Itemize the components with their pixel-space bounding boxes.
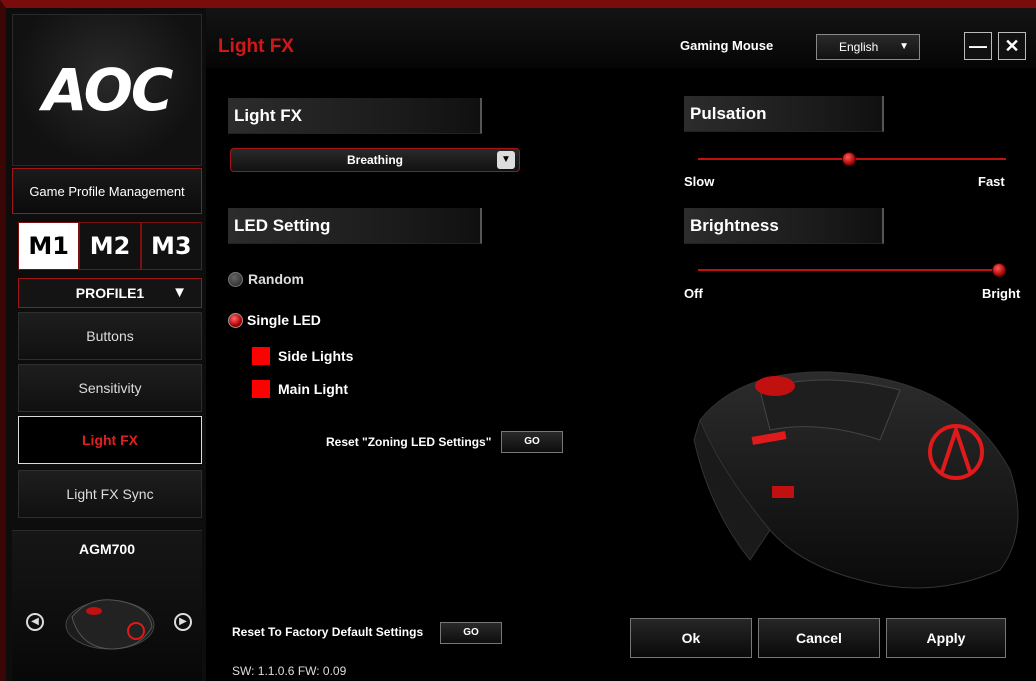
language-value: English <box>839 40 879 54</box>
header-bar: Light FX Gaming Mouse English ▼ — ✕ <box>206 8 1036 68</box>
tab-m1[interactable]: M1 <box>18 222 80 270</box>
brightness-slider-knob[interactable] <box>992 263 1006 277</box>
logo: AOC <box>12 14 202 166</box>
mouse-image <box>693 371 1019 589</box>
pulsation-max-label: Fast <box>978 174 1005 189</box>
profile-select[interactable]: PROFILE1 ▼ <box>18 278 202 308</box>
single-led-label: Single LED <box>247 312 321 328</box>
main-light-label: Main Light <box>278 381 348 397</box>
brightness-max-label: Bright <box>982 286 1021 301</box>
main-light-color-swatch[interactable] <box>252 380 270 398</box>
caret-down-icon: ▼ <box>172 284 187 301</box>
logo-text: AOC <box>42 56 174 124</box>
pulsation-min-label: Slow <box>684 174 715 189</box>
random-label: Random <box>248 271 304 287</box>
reset-zoning-go-button[interactable]: GO <box>501 431 563 453</box>
nav-buttons[interactable]: Buttons <box>18 312 202 360</box>
close-icon: ✕ <box>1004 35 1020 56</box>
light-fx-section-title: Light FX <box>228 98 482 134</box>
nav-light-fx[interactable]: Light FX <box>18 416 202 464</box>
tab-m2[interactable]: M2 <box>79 222 141 270</box>
next-device-icon[interactable]: ▶ <box>174 613 192 631</box>
reset-factory-label: Reset To Factory Default Settings <box>232 625 424 639</box>
device-name: AGM700 <box>78 541 136 557</box>
device-panel: AGM700 ◀ ▶ <box>12 530 202 681</box>
pulsation-section-title: Pulsation <box>684 96 884 132</box>
brightness-min-label: Off <box>684 286 703 301</box>
led-setting-section-title: LED Setting <box>228 208 482 244</box>
brightness-slider[interactable] <box>698 269 1006 271</box>
version-label: SW: 1.1.0.6 FW: 0.09 <box>232 664 347 678</box>
reset-factory-go-button[interactable]: GO <box>440 622 502 644</box>
brightness-section-title: Brightness <box>684 208 884 244</box>
pulsation-slider-knob[interactable] <box>842 152 857 166</box>
close-button[interactable]: ✕ <box>998 32 1026 60</box>
game-profile-management-button[interactable]: Game Profile Management <box>12 168 202 214</box>
single-led-radio[interactable] <box>228 313 243 328</box>
nav-light-fx-sync[interactable]: Light FX Sync <box>18 470 202 518</box>
minimize-icon: — <box>969 35 987 56</box>
reset-zoning-label: Reset "Zoning LED Settings" <box>326 435 492 449</box>
prev-device-icon[interactable]: ◀ <box>26 613 44 631</box>
side-lights-color-swatch[interactable] <box>252 347 270 365</box>
mouse-thumbnail <box>65 599 155 650</box>
effect-select[interactable]: Breathing ▼ <box>230 148 520 172</box>
nav-sensitivity[interactable]: Sensitivity <box>18 364 202 412</box>
side-lights-label: Side Lights <box>278 348 354 364</box>
cancel-button[interactable]: Cancel <box>758 618 880 658</box>
apply-button[interactable]: Apply <box>886 618 1006 658</box>
page-title: Light FX <box>218 36 294 57</box>
ok-button[interactable]: Ok <box>630 618 752 658</box>
effect-value: Breathing <box>346 153 403 167</box>
chevron-down-icon: ▼ <box>899 41 909 52</box>
minimize-button[interactable]: — <box>964 32 992 60</box>
profile-select-value: PROFILE1 <box>75 285 145 301</box>
tab-m3[interactable]: M3 <box>140 222 202 270</box>
mode-tabs: M1 M2 M3 <box>18 222 202 272</box>
random-radio[interactable] <box>228 272 243 287</box>
language-select[interactable]: English ▼ <box>816 34 920 60</box>
dropdown-arrow-icon: ▼ <box>497 151 515 169</box>
device-label: Gaming Mouse <box>680 38 774 53</box>
